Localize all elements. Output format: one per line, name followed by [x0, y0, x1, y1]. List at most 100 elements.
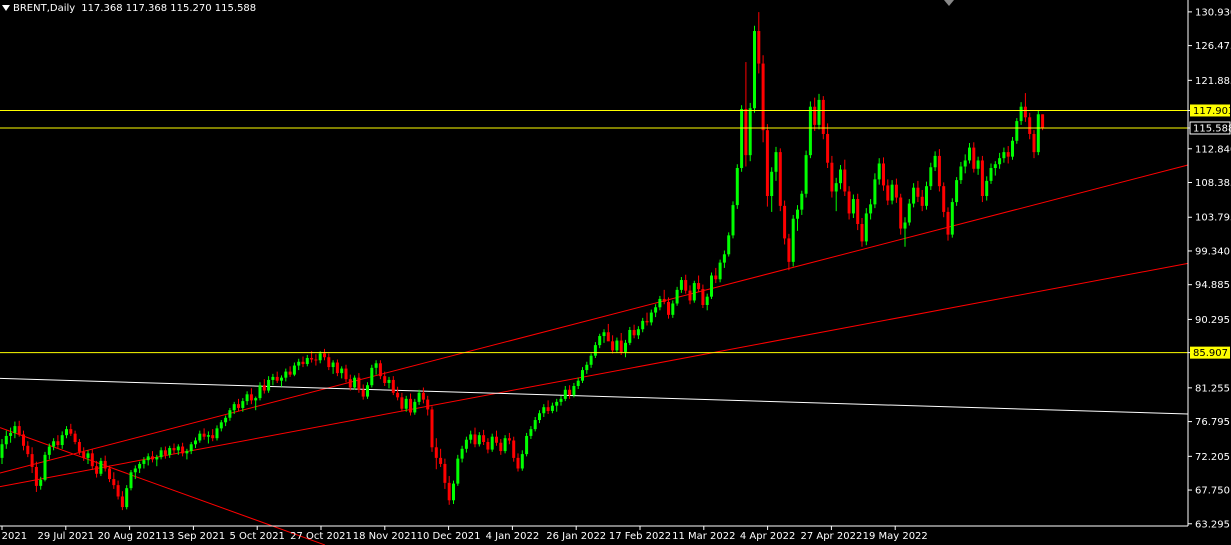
candle-body: [301, 361, 305, 365]
candle-body: [817, 99, 821, 125]
candle-body: [800, 193, 804, 210]
candle-body: [624, 342, 627, 352]
candle-body: [619, 340, 623, 352]
candle-body: [1011, 140, 1014, 157]
y-tick-label: 67.750: [1195, 486, 1230, 497]
candle-body: [533, 420, 537, 430]
candle-body: [400, 397, 404, 409]
candle-body: [370, 367, 374, 386]
candle-body: [753, 31, 756, 109]
candle-body: [116, 485, 120, 497]
candle-body: [1015, 121, 1019, 141]
candle-body: [688, 290, 692, 301]
candle-body: [697, 283, 701, 290]
candle-body: [473, 434, 477, 445]
y-tick-label: 81.255: [1195, 383, 1230, 394]
candle-body: [628, 329, 632, 343]
candle-body: [267, 379, 271, 391]
candle-body: [576, 380, 580, 386]
candle-body: [206, 435, 210, 437]
candle-body: [765, 130, 769, 197]
candle-body: [73, 433, 77, 442]
candle-body: [254, 398, 258, 401]
candle-body: [761, 63, 765, 131]
candle-body: [585, 364, 589, 371]
candle-body: [65, 429, 68, 436]
candle-body: [297, 361, 301, 366]
candle-body: [434, 447, 438, 458]
candle-body: [916, 187, 920, 197]
x-tick-label: 27 Apr 2022: [800, 531, 862, 542]
candle-body: [774, 152, 778, 172]
candle-body: [890, 184, 894, 201]
candle-body: [224, 417, 228, 423]
candle-body: [262, 385, 266, 391]
price-chart[interactable]: 130.930 126.475 121.885 112.840 108.385 103.7…: [0, 0, 1231, 545]
candle-body: [937, 155, 941, 187]
candle-body: [727, 235, 731, 255]
candle-body: [834, 183, 838, 192]
x-tick-label: 27 Oct 2021: [290, 531, 352, 542]
x-tick-label: 7 Jul 2021: [0, 531, 27, 542]
candle-body: [843, 169, 847, 192]
price-label-text: 117.903: [1193, 106, 1231, 117]
candle-body: [77, 441, 81, 452]
candle-body: [1002, 152, 1006, 159]
candle-body: [99, 460, 103, 474]
candle-body: [740, 108, 744, 169]
candle-body: [219, 422, 223, 429]
candle-body: [271, 376, 275, 380]
candle-body: [748, 108, 752, 156]
candle-body: [808, 106, 812, 156]
candle-body: [714, 275, 718, 280]
candle-body: [482, 435, 486, 442]
candle-body: [310, 357, 314, 360]
candle-body: [185, 451, 189, 454]
candle-body: [783, 205, 787, 239]
candle-body: [899, 197, 903, 229]
candle-body: [503, 438, 507, 452]
x-tick-label: 18 Nov 2021: [353, 531, 417, 542]
y-tick-label: 94.885: [1195, 280, 1230, 291]
candle-body: [404, 398, 408, 409]
trend-line: [0, 164, 1189, 474]
candle-body: [305, 357, 309, 365]
candle-body: [327, 357, 331, 368]
candle-body: [357, 377, 361, 390]
candle-body: [710, 275, 713, 297]
candle-body: [232, 404, 236, 411]
candle-body: [194, 440, 197, 445]
candle-body: [409, 398, 412, 413]
candle-body: [176, 446, 180, 451]
candle-body: [826, 133, 830, 163]
candle-body: [292, 365, 296, 375]
candle-body: [942, 186, 946, 212]
candle-body: [912, 187, 916, 204]
candle-body: [280, 377, 283, 381]
candle-body: [245, 394, 249, 402]
candle-body: [378, 363, 382, 377]
moving-average-line: [0, 377, 1189, 415]
y-tick-label: 112.840: [1195, 144, 1231, 155]
candle-body: [925, 186, 928, 206]
x-tick-label: 26 Jan 2022: [546, 531, 606, 542]
candle-body: [335, 362, 339, 374]
candle-body: [559, 398, 563, 402]
candle-body: [550, 405, 554, 411]
candle-body: [1023, 106, 1027, 118]
candle-body: [563, 389, 567, 399]
y-tick-label: 103.795: [1195, 213, 1231, 224]
candle-body: [69, 429, 73, 434]
candle-body: [976, 160, 980, 169]
candle-body: [959, 166, 963, 181]
y-tick-label: 72.205: [1195, 452, 1230, 463]
candle-body: [215, 428, 219, 439]
candle-body: [830, 162, 834, 192]
candle-body: [163, 450, 167, 455]
candle-body: [864, 213, 868, 242]
candle-body: [4, 435, 8, 445]
candle-body: [649, 312, 653, 323]
horizontal-levels-layer: [0, 109, 1188, 354]
candle-body: [0, 444, 4, 458]
candle-body: [1036, 114, 1040, 153]
